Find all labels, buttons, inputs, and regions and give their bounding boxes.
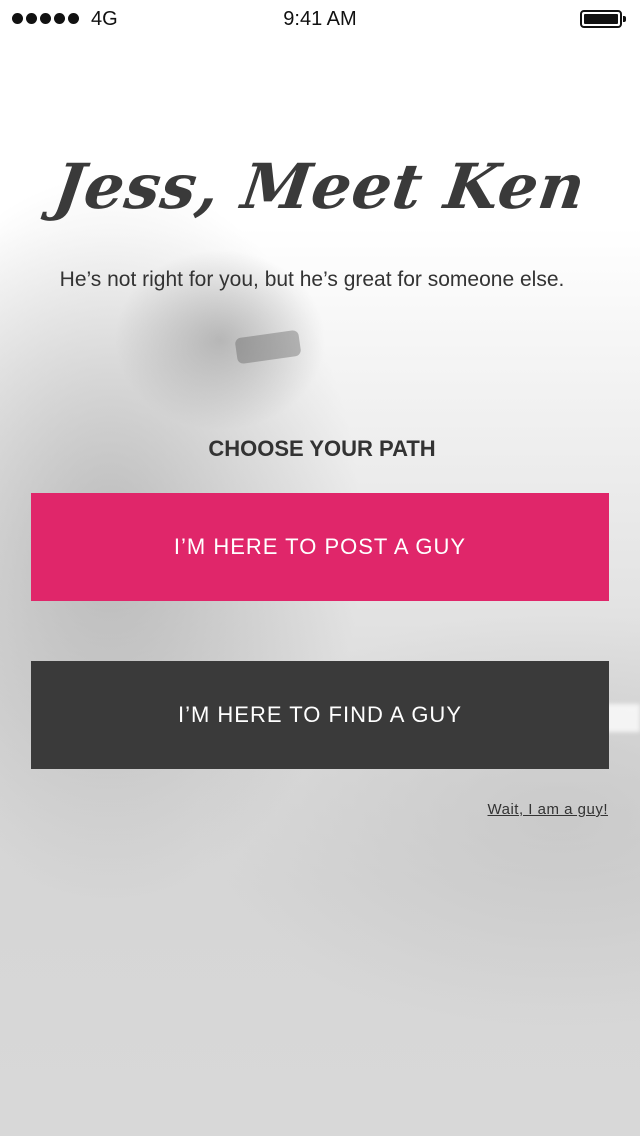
page-title: Jess, Meet Ken — [49, 150, 591, 223]
post-a-guy-button[interactable]: I’M HERE TO POST A GUY — [31, 493, 609, 601]
battery-icon — [580, 10, 626, 28]
choose-path-heading: CHOOSE YOUR PATH — [208, 436, 436, 461]
battery-tip — [623, 16, 626, 22]
status-time: 9:41 AM — [283, 8, 357, 30]
find-a-guy-button-label: I’M HERE TO FIND A GUY — [177, 702, 462, 727]
i-am-a-guy-link[interactable]: Wait, I am a guy! — [488, 801, 608, 818]
battery-fill — [584, 14, 618, 24]
app-screen: 4G 9:41 AM Jess, Meet Ken He’s not right… — [0, 0, 640, 1136]
post-a-guy-button-label: I’M HERE TO POST A GUY — [173, 534, 467, 559]
page-subtitle: He’s not right for you, but he’s great f… — [59, 268, 565, 291]
find-a-guy-button[interactable]: I’M HERE TO FIND A GUY — [31, 661, 609, 769]
status-bar: 4G 9:41 AM — [0, 0, 640, 40]
